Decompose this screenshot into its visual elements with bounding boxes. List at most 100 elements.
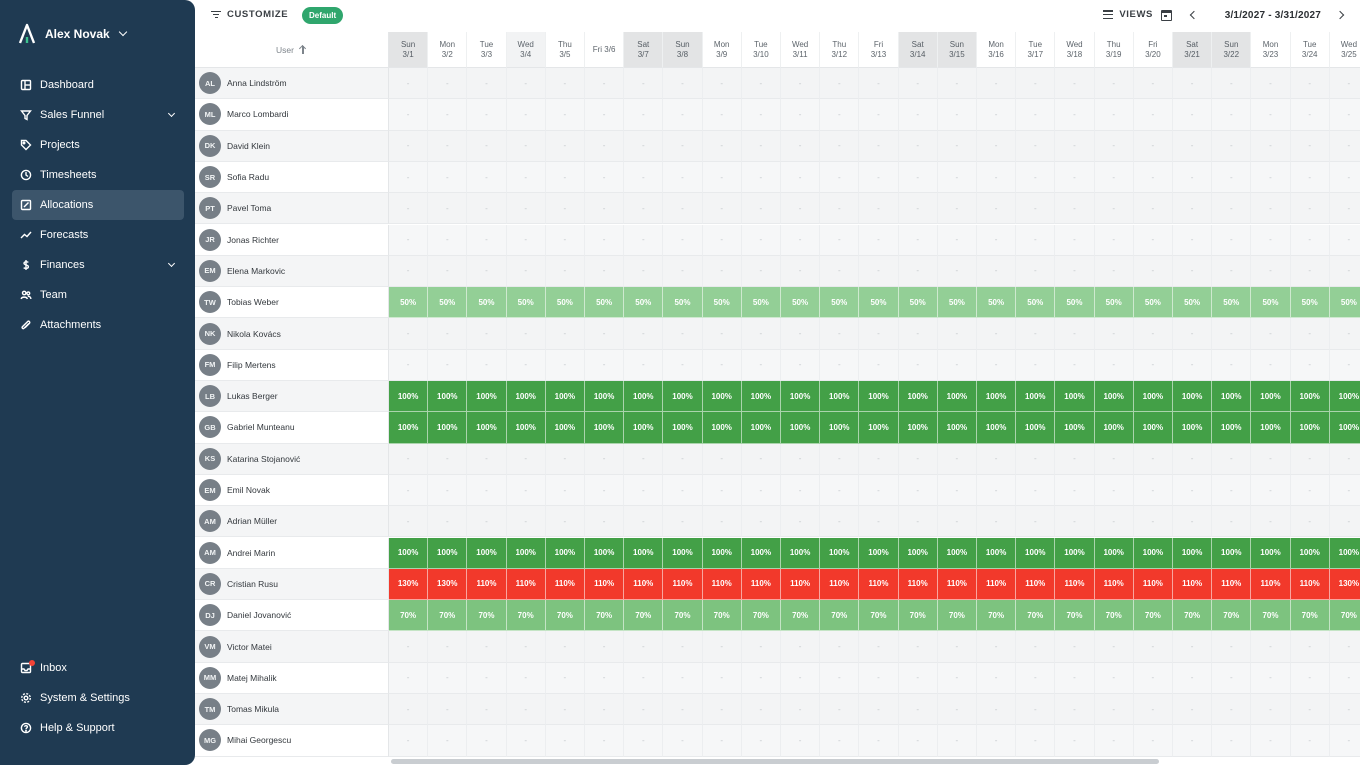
user-cell[interactable]: JR Jonas Richter <box>195 224 389 256</box>
empty-allocation-cell[interactable]: - <box>467 193 507 225</box>
allocation-cell[interactable]: 70% <box>702 600 742 632</box>
empty-allocation-cell[interactable]: - <box>702 349 742 381</box>
empty-allocation-cell[interactable]: - <box>1251 161 1291 194</box>
empty-allocation-cell[interactable]: - <box>506 694 546 726</box>
allocation-cell[interactable]: 100% <box>859 412 899 444</box>
empty-allocation-cell[interactable]: - <box>467 161 507 194</box>
allocation-cell[interactable]: 100% <box>1173 537 1213 569</box>
empty-allocation-cell[interactable]: - <box>1016 474 1056 507</box>
empty-allocation-cell[interactable]: - <box>1212 68 1252 100</box>
empty-allocation-cell[interactable]: - <box>506 161 546 194</box>
empty-allocation-cell[interactable]: - <box>624 662 664 694</box>
empty-allocation-cell[interactable]: - <box>1212 725 1252 757</box>
empty-allocation-cell[interactable]: - <box>1173 224 1213 256</box>
allocation-cell[interactable]: 100% <box>781 412 821 444</box>
empty-allocation-cell[interactable]: - <box>1094 130 1134 162</box>
empty-allocation-cell[interactable]: - <box>1290 161 1330 194</box>
empty-allocation-cell[interactable]: - <box>702 506 742 538</box>
empty-allocation-cell[interactable]: - <box>1251 99 1291 131</box>
empty-allocation-cell[interactable]: - <box>898 474 938 507</box>
allocation-cell[interactable]: 100% <box>1251 381 1291 413</box>
allocation-cell[interactable]: 100% <box>585 537 625 569</box>
empty-allocation-cell[interactable]: - <box>1329 506 1360 538</box>
empty-allocation-cell[interactable]: - <box>820 224 860 256</box>
empty-allocation-cell[interactable]: - <box>977 443 1017 475</box>
allocation-cell[interactable]: 110% <box>1251 568 1291 601</box>
allocation-cell[interactable]: 110% <box>1016 568 1056 601</box>
empty-allocation-cell[interactable]: - <box>702 694 742 726</box>
empty-allocation-cell[interactable]: - <box>1173 506 1213 538</box>
empty-allocation-cell[interactable]: - <box>898 255 938 288</box>
allocation-cell[interactable]: 100% <box>545 537 585 569</box>
empty-allocation-cell[interactable]: - <box>859 130 899 162</box>
empty-allocation-cell[interactable]: - <box>820 474 860 507</box>
user-cell[interactable]: TW Tobias Weber <box>195 287 389 319</box>
empty-allocation-cell[interactable]: - <box>663 631 703 663</box>
allocation-cell[interactable]: 100% <box>1055 381 1095 413</box>
empty-allocation-cell[interactable]: - <box>1251 631 1291 663</box>
allocation-cell[interactable]: 100% <box>1173 381 1213 413</box>
empty-allocation-cell[interactable]: - <box>585 99 625 131</box>
empty-allocation-cell[interactable]: - <box>741 474 781 507</box>
empty-allocation-cell[interactable]: - <box>1055 161 1095 194</box>
empty-allocation-cell[interactable]: - <box>1173 318 1213 350</box>
empty-allocation-cell[interactable]: - <box>977 694 1017 726</box>
empty-allocation-cell[interactable]: - <box>1251 662 1291 694</box>
user-column-header[interactable]: User <box>195 32 389 68</box>
empty-allocation-cell[interactable]: - <box>428 694 468 726</box>
empty-allocation-cell[interactable]: - <box>1016 349 1056 381</box>
allocation-cell[interactable]: 50% <box>702 287 742 319</box>
empty-allocation-cell[interactable]: - <box>389 130 429 162</box>
empty-allocation-cell[interactable]: - <box>624 68 664 100</box>
allocation-cell[interactable]: 70% <box>1212 600 1252 632</box>
empty-allocation-cell[interactable]: - <box>977 349 1017 381</box>
allocation-cell[interactable]: 50% <box>741 287 781 319</box>
empty-allocation-cell[interactable]: - <box>585 631 625 663</box>
empty-allocation-cell[interactable]: - <box>781 725 821 757</box>
allocation-cell[interactable]: 110% <box>977 568 1017 601</box>
empty-allocation-cell[interactable]: - <box>1016 725 1056 757</box>
allocation-cell[interactable]: 70% <box>1173 600 1213 632</box>
empty-allocation-cell[interactable]: - <box>545 443 585 475</box>
empty-allocation-cell[interactable]: - <box>585 662 625 694</box>
empty-allocation-cell[interactable]: - <box>898 662 938 694</box>
empty-allocation-cell[interactable]: - <box>859 694 899 726</box>
empty-allocation-cell[interactable]: - <box>781 694 821 726</box>
empty-allocation-cell[interactable]: - <box>1290 193 1330 225</box>
allocation-cell[interactable]: 100% <box>937 381 977 413</box>
empty-allocation-cell[interactable]: - <box>1133 224 1173 256</box>
empty-allocation-cell[interactable]: - <box>1094 161 1134 194</box>
empty-allocation-cell[interactable]: - <box>1016 662 1056 694</box>
empty-allocation-cell[interactable]: - <box>428 193 468 225</box>
empty-allocation-cell[interactable]: - <box>1133 161 1173 194</box>
empty-allocation-cell[interactable]: - <box>1329 318 1360 350</box>
empty-allocation-cell[interactable]: - <box>389 349 429 381</box>
empty-allocation-cell[interactable]: - <box>663 193 703 225</box>
empty-allocation-cell[interactable]: - <box>898 224 938 256</box>
previous-period-button[interactable] <box>1189 10 1199 20</box>
allocation-cell[interactable]: 100% <box>1133 537 1173 569</box>
empty-allocation-cell[interactable]: - <box>1329 662 1360 694</box>
allocation-cell[interactable]: 100% <box>820 412 860 444</box>
empty-allocation-cell[interactable]: - <box>663 99 703 131</box>
empty-allocation-cell[interactable]: - <box>937 474 977 507</box>
allocation-cell[interactable]: 100% <box>389 412 429 444</box>
empty-allocation-cell[interactable]: - <box>1251 193 1291 225</box>
empty-allocation-cell[interactable]: - <box>1055 99 1095 131</box>
empty-allocation-cell[interactable]: - <box>545 506 585 538</box>
empty-allocation-cell[interactable]: - <box>1329 694 1360 726</box>
allocation-cell[interactable]: 100% <box>506 412 546 444</box>
user-cell[interactable]: VM Victor Matei <box>195 631 389 663</box>
user-cell[interactable]: AM Andrei Marin <box>195 537 389 569</box>
allocation-cell[interactable]: 50% <box>781 287 821 319</box>
allocation-cell[interactable]: 70% <box>1290 600 1330 632</box>
allocation-cell[interactable]: 70% <box>1329 600 1360 632</box>
empty-allocation-cell[interactable]: - <box>898 694 938 726</box>
empty-allocation-cell[interactable]: - <box>428 506 468 538</box>
user-cell[interactable]: LB Lukas Berger <box>195 381 389 413</box>
allocation-cell[interactable]: 100% <box>1329 537 1360 569</box>
allocation-cell[interactable]: 100% <box>506 537 546 569</box>
empty-allocation-cell[interactable]: - <box>781 474 821 507</box>
empty-allocation-cell[interactable]: - <box>1173 694 1213 726</box>
empty-allocation-cell[interactable]: - <box>859 631 899 663</box>
